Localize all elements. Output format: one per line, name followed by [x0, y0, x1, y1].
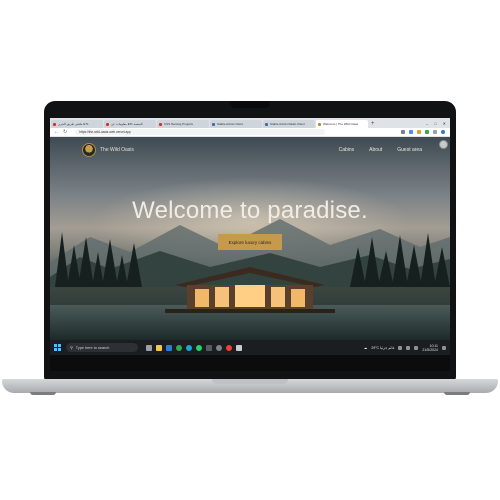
extension-icons	[401, 130, 450, 134]
browser-tab[interactable]: معلومات عن ETL المنصة	[104, 120, 156, 128]
tab-favicon-icon	[265, 122, 268, 126]
taskbar: ⚲ Type here to search ☁ 29°C غائم جزئيا …	[50, 340, 450, 355]
cabin-image	[165, 267, 335, 313]
logo-icon	[82, 143, 96, 157]
explore-cabins-button[interactable]: Explore luxury cabins	[218, 234, 282, 250]
site-nav: Cabins About Guest area	[339, 147, 422, 153]
extension-icon[interactable]	[401, 130, 405, 134]
site-header: The Wild Oasis Cabins About Guest area	[50, 137, 450, 163]
browser-tab-bar: ملتقى طريق الحرير ETL معلومات عن ETL الم…	[50, 118, 450, 128]
reload-icon[interactable]: ↻	[63, 129, 67, 135]
chrome-icon[interactable]	[226, 344, 232, 351]
site-logo[interactable]: The Wild Oasis	[82, 143, 134, 157]
notifications-icon[interactable]	[442, 345, 446, 350]
whatsapp-icon[interactable]	[196, 344, 202, 351]
taskbar-clock[interactable]: 10:11 21/5/2024	[422, 344, 438, 352]
extension-icon[interactable]	[425, 130, 429, 134]
browser-tab[interactable]: Stable Admin Radio Client	[263, 120, 315, 128]
logo-text: The Wild Oasis	[100, 147, 134, 153]
weather-text[interactable]: 29°C غائم جزئيا	[371, 346, 394, 350]
system-tray: ☁ 29°C غائم جزئيا 10:11 21/5/2024	[364, 344, 450, 352]
camera-notch	[230, 101, 270, 108]
vscode-icon[interactable]	[166, 344, 172, 351]
maximize-icon[interactable]: □	[434, 119, 436, 128]
hero-title: Welcome to paradise.	[132, 197, 368, 224]
tab-favicon-icon	[53, 122, 56, 126]
back-icon[interactable]: ←	[54, 129, 59, 135]
network-icon[interactable]	[406, 345, 411, 350]
browser-tab[interactable]: Stable Admin Client	[210, 120, 262, 128]
browser-tab[interactable]: ملتقى طريق الحرير ETL	[51, 120, 103, 128]
extension-icon[interactable]	[409, 130, 413, 134]
tab-favicon-icon	[106, 122, 109, 126]
profile-circle-icon[interactable]	[439, 140, 448, 149]
browser-tab-active[interactable]: Welcome | The Wild Oasis	[316, 120, 368, 128]
nav-link-cabins[interactable]: Cabins	[339, 147, 355, 153]
extension-icon[interactable]	[417, 130, 421, 134]
close-icon[interactable]: ✕	[443, 119, 446, 128]
volume-icon[interactable]	[414, 345, 419, 350]
windows-start-icon[interactable]	[54, 344, 61, 351]
screen: ملتقى طريق الحرير ETL معلومات عن ETL الم…	[50, 118, 450, 355]
nav-link-about[interactable]: About	[369, 147, 382, 153]
laptop-foot-left	[30, 392, 56, 395]
app-icon[interactable]	[236, 344, 242, 351]
chrome-icon[interactable]	[176, 344, 182, 351]
search-icon: ⚲	[70, 346, 73, 350]
task-view-icon[interactable]	[146, 344, 152, 351]
browser-tab[interactable]: CSS Naming Projects	[157, 120, 209, 128]
browser-address-bar: ← ↻ https://the-wild-oasis-web.vercel.ap…	[50, 128, 450, 137]
tab-favicon-icon	[159, 122, 162, 126]
taskbar-search-input[interactable]: ⚲ Type here to search	[66, 343, 138, 352]
nav-link-guest-area[interactable]: Guest area	[397, 147, 422, 153]
url-field[interactable]: https://the-wild-oasis-web.vercel.app	[75, 129, 326, 135]
laptop-foot-right	[444, 392, 470, 395]
weather-icon: ☁	[363, 345, 368, 350]
chevron-up-icon[interactable]	[398, 345, 403, 350]
laptop-base-notch	[212, 379, 288, 384]
settings-icon[interactable]	[216, 344, 222, 351]
minimize-icon[interactable]: –	[426, 119, 428, 128]
file-explorer-icon[interactable]	[156, 344, 162, 351]
terminal-icon[interactable]	[206, 344, 212, 351]
profile-avatar[interactable]	[441, 130, 445, 134]
tab-favicon-icon	[318, 122, 321, 126]
edge-icon[interactable]	[186, 344, 192, 351]
extension-icon[interactable]	[433, 130, 437, 134]
tab-favicon-icon	[212, 122, 215, 126]
taskbar-apps	[146, 344, 242, 351]
web-page: The Wild Oasis Cabins About Guest area W…	[50, 137, 450, 340]
window-controls: – □ ✕	[426, 119, 450, 128]
new-tab-button[interactable]: +	[371, 120, 375, 128]
laptop-screen-bezel	[50, 355, 450, 371]
